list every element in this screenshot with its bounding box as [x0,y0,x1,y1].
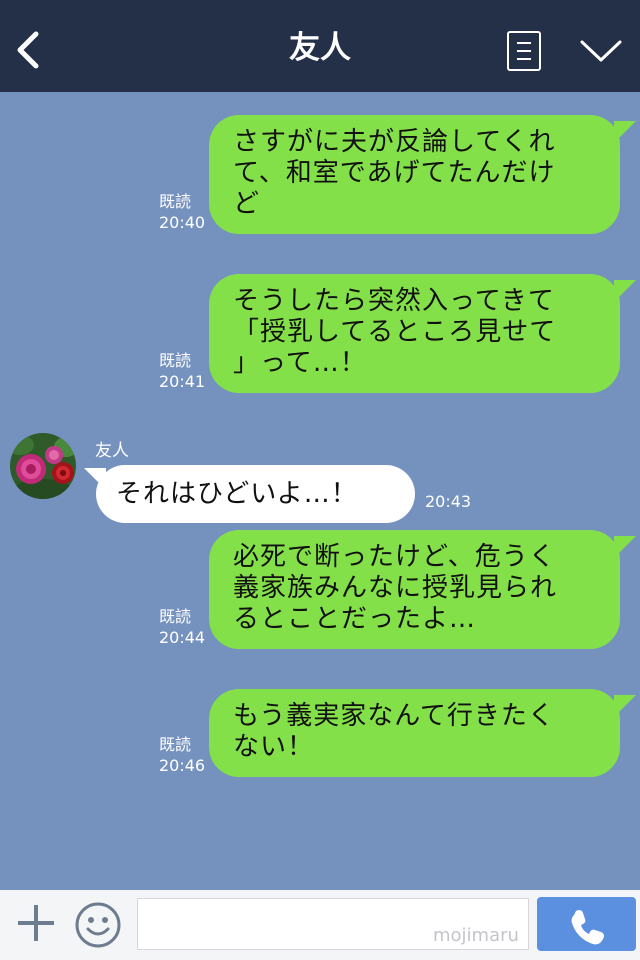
rose-avatar-icon [10,433,76,499]
notes-menu-icon-line [517,50,531,52]
message-line: それはひどいよ…！ [116,479,358,509]
message-time: 20:46 [159,756,206,775]
watermark: mojimaru [433,925,519,946]
avatar[interactable] [10,433,76,499]
message-meta: 既読 20:44 [159,606,205,648]
message-line: ない！ [233,732,315,762]
read-label: 既読 [159,735,192,754]
outgoing-message-bubble[interactable]: もう義実家なんて行きたく ない！ [209,689,620,777]
read-label: 既読 [159,607,192,626]
message-line: て、和室であげてたんだけ [233,158,556,188]
message-time: 20:40 [159,213,206,232]
chat-header: 友人 [0,0,640,92]
message-line: 「授乳してるところ見せて [233,317,557,347]
collapse-button[interactable] [578,36,624,66]
plus-icon [18,905,54,941]
smiley-icon [75,902,121,948]
message-time: 20:41 [159,372,206,391]
read-label: 既読 [159,351,192,370]
back-button[interactable] [12,28,48,72]
chevron-left-icon [17,31,39,69]
message-line: るとことだったよ… [233,604,477,634]
message-line: ど [233,189,261,219]
add-attachment-button[interactable] [16,903,56,943]
chevron-down-icon [580,40,622,62]
message-line: 義家族みんなに授乳見られ [233,573,558,603]
message-line: 必死で断ったけど、危うく [233,542,556,572]
emoji-button[interactable] [74,901,122,949]
message-line: そうしたら突然入ってきて [233,286,555,316]
message-time: 20:43 [425,492,472,511]
notes-menu-button[interactable] [507,31,541,71]
message-line: さすがに夫が反論してくれ [233,127,556,157]
message-meta: 既読 20:46 [159,734,205,776]
phone-icon [571,909,605,945]
message-time: 20:44 [159,628,206,647]
message-line: 」って…！ [233,348,367,378]
outgoing-message-bubble[interactable]: さすがに夫が反論してくれ て、和室であげてたんだけ ど [209,115,620,234]
sender-name: 友人 [95,441,129,461]
notes-menu-icon [517,42,531,44]
call-button[interactable] [537,897,636,951]
chat-title: 友人 [289,30,351,66]
read-label: 既読 [159,192,192,211]
message-meta: 既読 20:41 [159,350,205,392]
notes-menu-icon-line [517,58,531,60]
incoming-message-bubble[interactable]: それはひどいよ…！ [96,465,415,523]
outgoing-message-bubble[interactable]: そうしたら突然入ってきて 「授乳してるところ見せて 」って…！ [209,274,620,393]
outgoing-message-bubble[interactable]: 必死で断ったけど、危うく 義家族みんなに授乳見られ るとことだったよ… [209,530,620,649]
message-line: もう義実家なんて行きたく [233,701,555,731]
message-meta: 既読 20:40 [159,191,205,233]
